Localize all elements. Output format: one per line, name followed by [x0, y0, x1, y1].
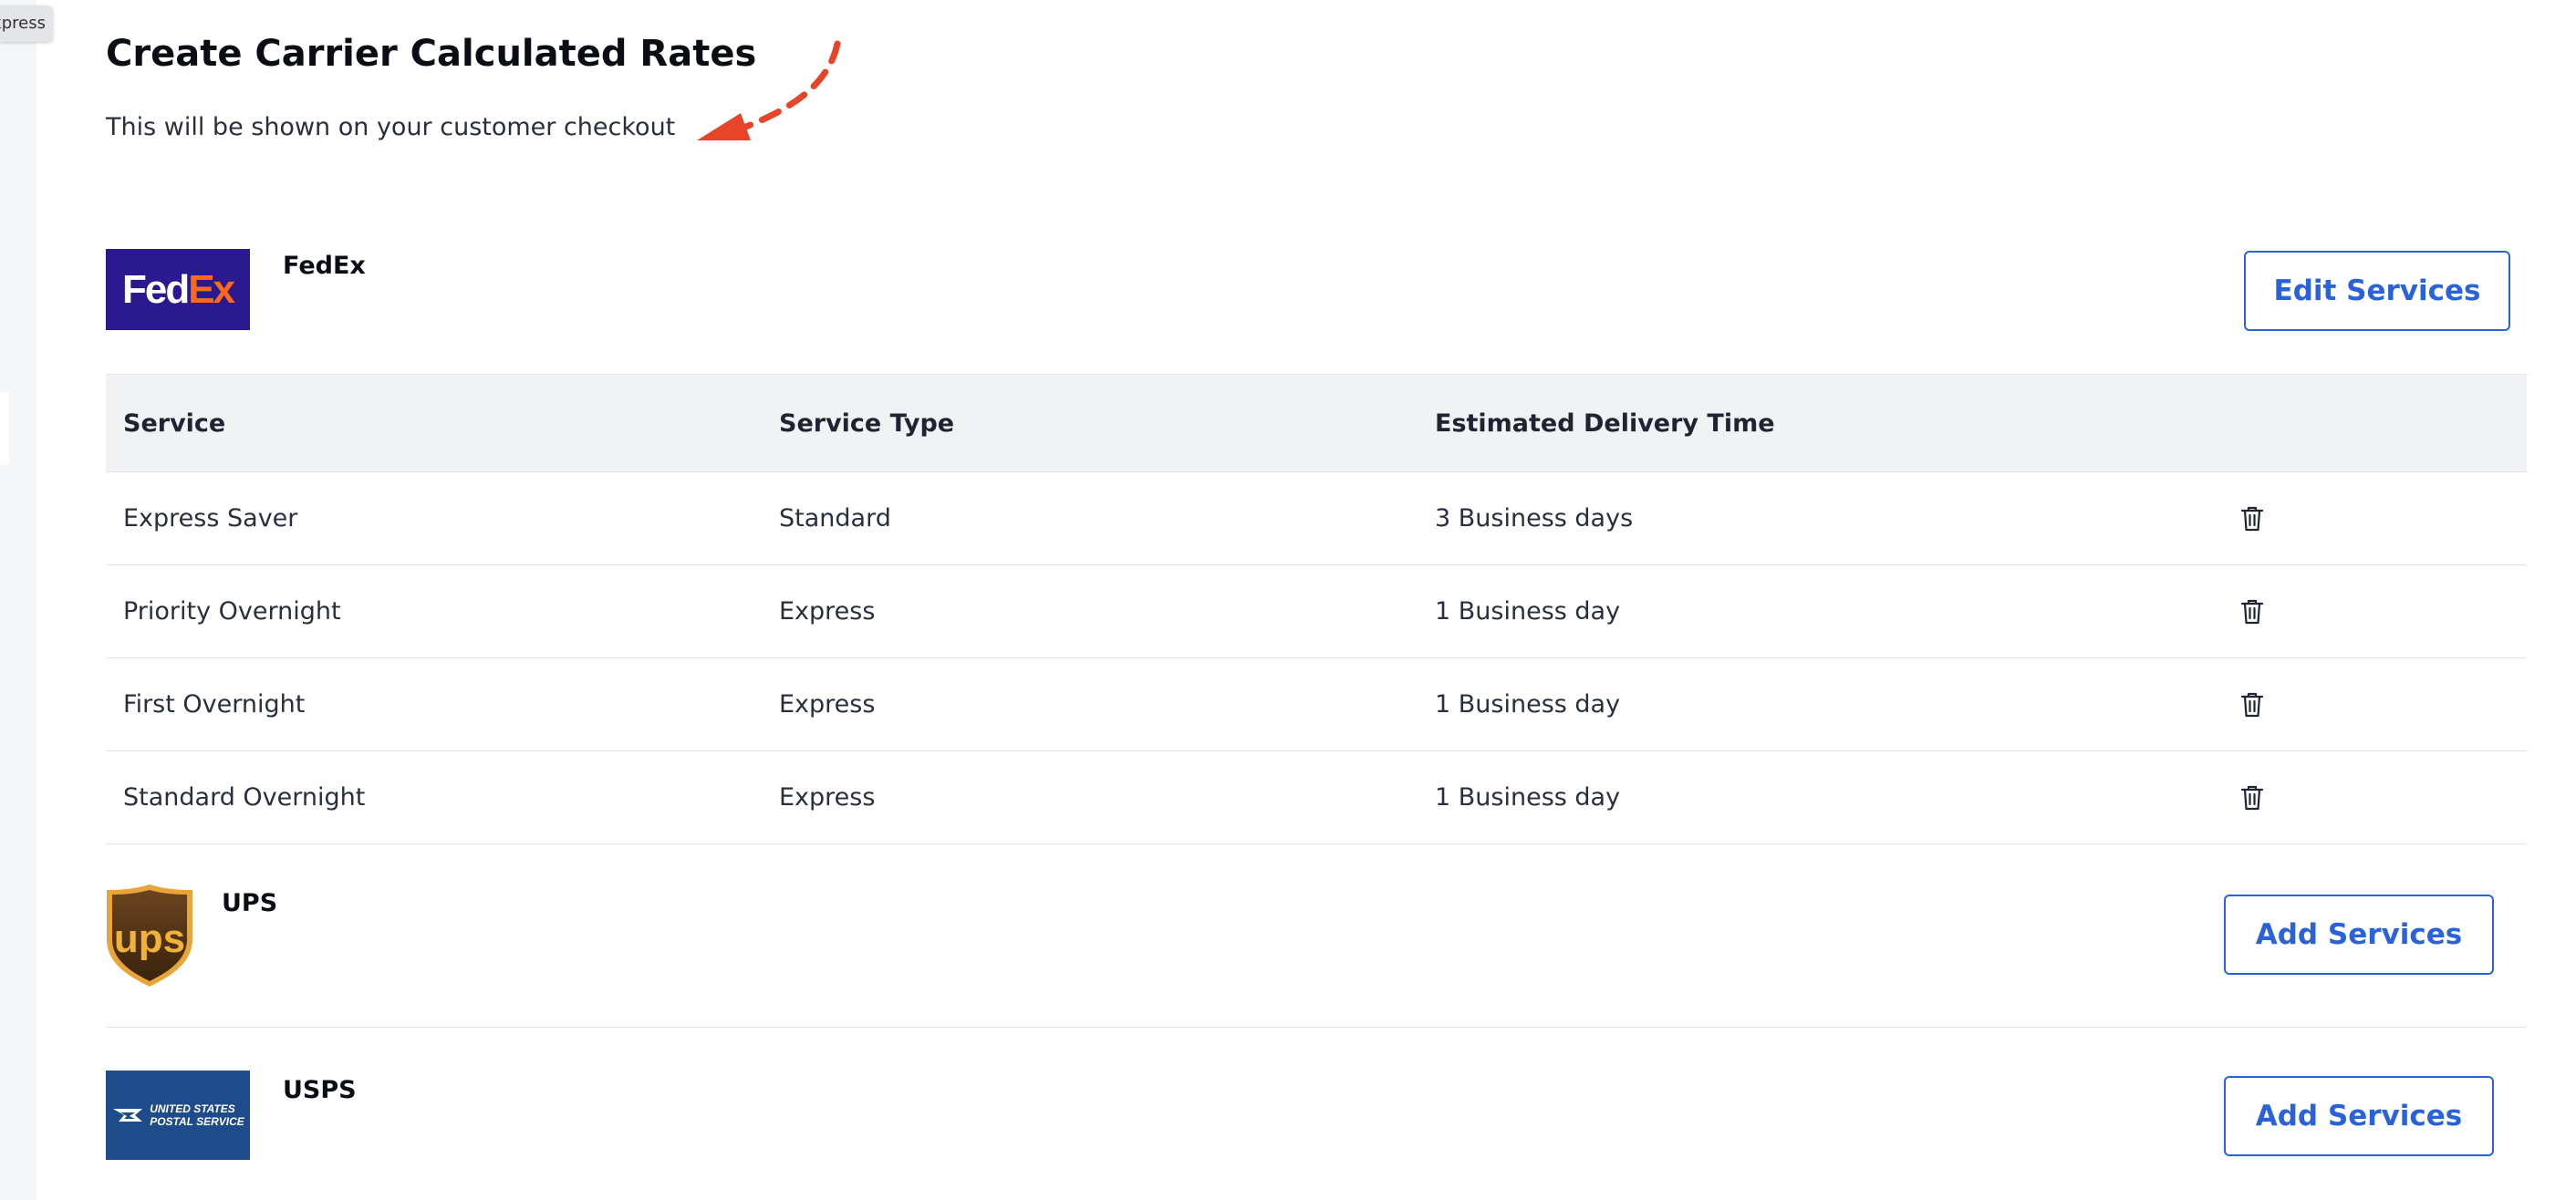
- delivery-time-cell: 1 Business day: [1435, 597, 1621, 626]
- delete-button[interactable]: [2240, 751, 2264, 843]
- table-row: Priority Overnight Express 1 Business da…: [106, 565, 2527, 658]
- fedex-logo-ex: Ex: [188, 266, 235, 312]
- header-service-type: Service Type: [779, 409, 955, 438]
- service-cell: First Overnight: [123, 690, 306, 719]
- trash-icon[interactable]: [2240, 784, 2264, 812]
- usps-logo-line2: POSTAL SERVICE: [150, 1115, 244, 1128]
- header-service: Service: [123, 409, 226, 438]
- carrier-name-usps: USPS: [283, 1076, 357, 1104]
- header-estimated-delivery: Estimated Delivery Time: [1435, 409, 1775, 438]
- service-type-cell: Express: [779, 597, 876, 626]
- trash-icon[interactable]: [2240, 691, 2264, 719]
- fedex-services-table: Service Service Type Estimated Delivery …: [106, 374, 2527, 844]
- service-type-cell: Express: [779, 783, 876, 812]
- left-sidebar-edge: [0, 0, 36, 1200]
- table-row: First Overnight Express 1 Business day: [106, 658, 2527, 751]
- delete-button[interactable]: [2240, 472, 2264, 564]
- section-divider: [106, 1027, 2527, 1028]
- fedex-logo-fed: Fed: [121, 266, 190, 312]
- usps-logo: UNITED STATES POSTAL SERVICE: [106, 1071, 250, 1160]
- usps-logo-line1: UNITED STATES: [150, 1102, 235, 1115]
- service-type-cell: Standard: [779, 504, 891, 533]
- fedex-logo: Fed Ex: [106, 249, 250, 330]
- trash-icon[interactable]: [2240, 505, 2264, 533]
- edit-services-button[interactable]: Edit Services: [2244, 251, 2510, 331]
- page-subtitle: This will be shown on your customer chec…: [106, 113, 676, 141]
- delivery-time-cell: 1 Business day: [1435, 783, 1621, 812]
- sidebar-active-marker: [0, 392, 9, 465]
- tooltip-text: Express: [0, 14, 46, 33]
- service-type-cell: Express: [779, 690, 876, 719]
- tooltip: Express: [0, 5, 53, 42]
- table-header: Service Service Type Estimated Delivery …: [106, 374, 2527, 472]
- eagle-icon: [113, 1109, 143, 1122]
- add-services-button-ups[interactable]: Add Services: [2224, 895, 2494, 975]
- table-row: Express Saver Standard 3 Business days: [106, 472, 2527, 565]
- delete-button[interactable]: [2240, 565, 2264, 657]
- carrier-name-fedex: FedEx: [283, 252, 366, 280]
- ups-logo: ups: [107, 884, 192, 987]
- table-row: Standard Overnight Express 1 Business da…: [106, 751, 2527, 844]
- delete-button[interactable]: [2240, 658, 2264, 750]
- add-services-button-usps[interactable]: Add Services: [2224, 1076, 2494, 1156]
- service-cell: Standard Overnight: [123, 783, 366, 812]
- delivery-time-cell: 3 Business days: [1435, 504, 1634, 533]
- service-cell: Express Saver: [123, 504, 298, 533]
- usps-logo-text: UNITED STATES POSTAL SERVICE: [150, 1102, 244, 1128]
- page-title: Create Carrier Calculated Rates: [106, 33, 757, 75]
- carrier-name-ups: UPS: [222, 889, 278, 917]
- delivery-time-cell: 1 Business day: [1435, 690, 1621, 719]
- dashed-arrow-icon: [697, 40, 841, 140]
- service-cell: Priority Overnight: [123, 597, 341, 626]
- trash-icon[interactable]: [2240, 598, 2264, 626]
- ups-logo-text: ups: [114, 916, 185, 961]
